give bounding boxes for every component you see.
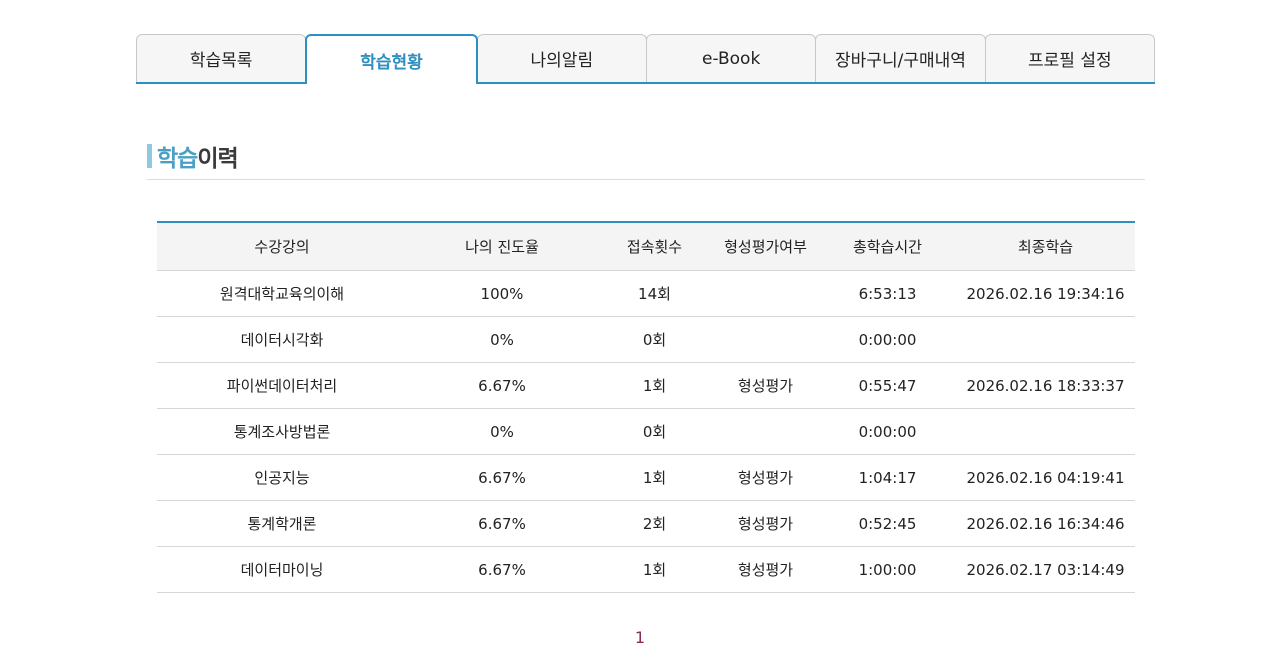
cell-course: 통계학개론 <box>157 500 407 547</box>
section-title-accent: 학습 <box>157 146 198 172</box>
cell-last-study: 2026.02.16 19:34:16 <box>956 270 1135 317</box>
title-divider <box>147 179 1145 180</box>
cell-last-study <box>956 408 1135 455</box>
tab-profile-settings[interactable]: 프로필 설정 <box>984 34 1155 82</box>
cell-access-count: 0회 <box>597 316 712 363</box>
cell-access-count: 0회 <box>597 408 712 455</box>
cell-total-study-time: 0:52:45 <box>819 500 956 547</box>
cell-course: 데이터시각화 <box>157 316 407 363</box>
section-title-rest: 이력 <box>197 146 238 172</box>
tab-ebook[interactable]: e-Book <box>645 34 817 82</box>
cell-progress: 6.67% <box>407 500 597 547</box>
cell-formative-assessment: 형성평가 <box>712 454 819 501</box>
cell-total-study-time: 1:00:00 <box>819 546 956 593</box>
cell-course: 인공지능 <box>157 454 407 501</box>
learning-history-table: 수강강의 나의 진도율 접속횟수 형성평가여부 총학습시간 최종학습 원격대학교… <box>157 221 1135 593</box>
cell-access-count: 14회 <box>597 270 712 317</box>
cell-progress: 0% <box>407 316 597 363</box>
cell-last-study: 2026.02.16 04:19:41 <box>956 454 1135 501</box>
table-row: 파이썬데이터처리 6.67% 1회 형성평가 0:55:47 2026.02.1… <box>157 362 1135 409</box>
cell-access-count: 1회 <box>597 362 712 409</box>
table-row: 데이터시각화 0% 0회 0:00:00 <box>157 316 1135 363</box>
cell-formative-assessment <box>712 316 819 363</box>
cell-last-study: 2026.02.16 16:34:46 <box>956 500 1135 547</box>
cell-progress: 0% <box>407 408 597 455</box>
cell-progress: 6.67% <box>407 454 597 501</box>
section-title: 학습 이력 <box>147 141 239 172</box>
cell-last-study: 2026.02.17 03:14:49 <box>956 546 1135 593</box>
cell-total-study-time: 0:00:00 <box>819 316 956 363</box>
page-number-current[interactable]: 1 <box>635 628 645 647</box>
main-tab-bar: 학습목록 학습현황 나의알림 e-Book 장바구니/구매내역 프로필 설정 <box>136 34 1155 84</box>
cell-course: 통계조사방법론 <box>157 408 407 455</box>
cell-progress: 6.67% <box>407 362 597 409</box>
tab-learning-list[interactable]: 학습목록 <box>136 34 307 82</box>
cell-last-study: 2026.02.16 18:33:37 <box>956 362 1135 409</box>
table-row: 인공지능 6.67% 1회 형성평가 1:04:17 2026.02.16 04… <box>157 454 1135 501</box>
cell-total-study-time: 1:04:17 <box>819 454 956 501</box>
cell-formative-assessment: 형성평가 <box>712 500 819 547</box>
cell-formative-assessment: 형성평가 <box>712 546 819 593</box>
header-access-count: 접속횟수 <box>597 222 712 271</box>
cell-last-study <box>956 316 1135 363</box>
cell-access-count: 2회 <box>597 500 712 547</box>
cell-formative-assessment <box>712 270 819 317</box>
cell-course: 파이썬데이터처리 <box>157 362 407 409</box>
table-header-row: 수강강의 나의 진도율 접속횟수 형성평가여부 총학습시간 최종학습 <box>157 222 1135 271</box>
pagination: 1 <box>0 628 1280 647</box>
cell-progress: 100% <box>407 270 597 317</box>
cell-access-count: 1회 <box>597 546 712 593</box>
cell-total-study-time: 0:00:00 <box>819 408 956 455</box>
cell-total-study-time: 0:55:47 <box>819 362 956 409</box>
header-progress: 나의 진도율 <box>407 222 597 271</box>
cell-course: 원격대학교육의이해 <box>157 270 407 317</box>
header-total-study-time: 총학습시간 <box>819 222 956 271</box>
cell-course: 데이터마이닝 <box>157 546 407 593</box>
table-row: 통계조사방법론 0% 0회 0:00:00 <box>157 408 1135 455</box>
cell-formative-assessment <box>712 408 819 455</box>
tab-learning-status[interactable]: 학습현황 <box>305 34 478 84</box>
title-accent-bar <box>147 144 152 168</box>
tab-cart-purchases[interactable]: 장바구니/구매내역 <box>815 34 986 82</box>
table-row: 원격대학교육의이해 100% 14회 6:53:13 2026.02.16 19… <box>157 270 1135 317</box>
cell-access-count: 1회 <box>597 454 712 501</box>
table-row: 통계학개론 6.67% 2회 형성평가 0:52:45 2026.02.16 1… <box>157 500 1135 547</box>
cell-total-study-time: 6:53:13 <box>819 270 956 317</box>
tab-my-notifications[interactable]: 나의알림 <box>476 34 647 82</box>
header-last-study: 최종학습 <box>956 222 1135 271</box>
table-row: 데이터마이닝 6.67% 1회 형성평가 1:00:00 2026.02.17 … <box>157 546 1135 593</box>
header-formative-assessment: 형성평가여부 <box>712 222 819 271</box>
cell-formative-assessment: 형성평가 <box>712 362 819 409</box>
cell-progress: 6.67% <box>407 546 597 593</box>
header-course: 수강강의 <box>157 222 407 271</box>
